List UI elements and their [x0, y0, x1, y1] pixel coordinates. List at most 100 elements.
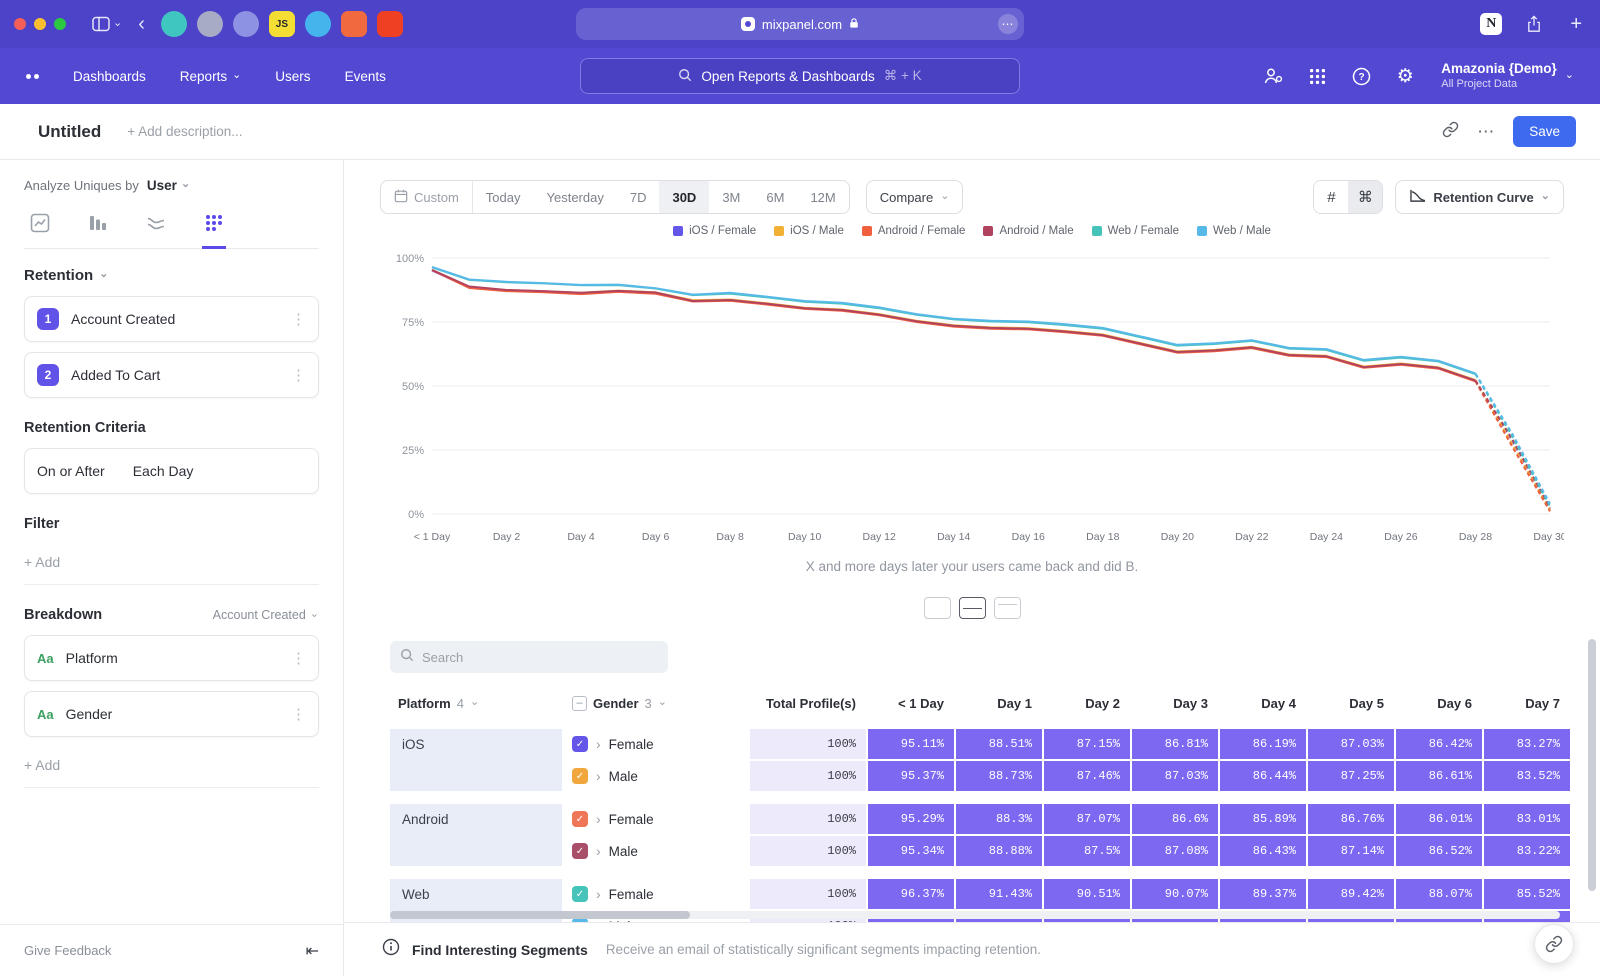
help-icon[interactable]: ? [1349, 64, 1373, 88]
cube-app-icon[interactable] [233, 11, 259, 37]
browser-sidebar-toggle-icon[interactable]: ⌄ [84, 12, 130, 36]
data-governance-icon[interactable] [1261, 64, 1285, 88]
checkbox-android-male[interactable]: ✓ [572, 843, 588, 859]
kebab-menu-icon[interactable]: ⋮ [291, 649, 306, 667]
global-search-button[interactable]: Open Reports & Dashboards ⌘ + K [580, 58, 1020, 94]
vertical-scrollbar[interactable] [1588, 639, 1596, 891]
checkbox-ios-male[interactable]: ✓ [572, 768, 588, 784]
share-icon[interactable] [1518, 11, 1550, 37]
retention-chart[interactable]: 0%25%50%75%100%< 1 DayDay 2Day 4Day 6Day… [380, 244, 1564, 554]
column-header-day-4[interactable]: Day 4 [1220, 696, 1306, 711]
kebab-menu-icon[interactable]: ⋮ [291, 310, 306, 328]
table-only-view-button[interactable] [994, 597, 1021, 619]
retention-tab-icon[interactable] [202, 207, 226, 249]
range-6m[interactable]: 6M [753, 181, 797, 213]
find-segments-title[interactable]: Find Interesting Segments [412, 942, 588, 958]
nav-item-users[interactable]: Users [275, 69, 310, 84]
column-header-day-6[interactable]: Day 6 [1396, 696, 1482, 711]
platform-column-header[interactable]: Platform 4 ⌄ [390, 696, 562, 711]
gender-column-header[interactable]: – Gender 3 ⌄ [564, 696, 748, 711]
back-icon[interactable]: ‹ [130, 10, 153, 38]
table-search-input[interactable] [422, 650, 642, 665]
notion-extension-icon[interactable]: N [1480, 13, 1502, 35]
nav-item-dashboards[interactable]: Dashboards [73, 69, 146, 84]
nav-item-reports[interactable]: Reports⌄ [180, 69, 242, 84]
column-header-day-7[interactable]: Day 7 [1484, 696, 1570, 711]
command-button[interactable]: ⌘ [1348, 181, 1382, 213]
breakdown-item-gender[interactable]: AaGender⋮ [24, 691, 319, 737]
js-app-icon[interactable]: JS [269, 11, 295, 37]
project-switcher[interactable]: Amazonia {Demo} All Project Data ⌄ [1441, 61, 1574, 92]
clock-app-icon[interactable] [161, 11, 187, 37]
kebab-menu-icon[interactable]: ⋮ [291, 705, 306, 723]
column-header-day-3[interactable]: Day 3 [1132, 696, 1218, 711]
retention-step-added-to-cart[interactable]: 2Added To Cart⋮ [24, 352, 319, 398]
analyze-entity-dropdown[interactable]: User⌄ [147, 178, 190, 193]
more-options-icon[interactable]: ⋯ [1477, 122, 1495, 142]
zoom-window-button[interactable] [54, 18, 66, 30]
video-app-icon[interactable] [377, 11, 403, 37]
report-title[interactable]: Untitled [38, 122, 101, 142]
retention-step-account-created[interactable]: 1Account Created⋮ [24, 296, 319, 342]
criteria-secondary[interactable]: Each Day [133, 463, 194, 479]
insights-tab-icon[interactable] [28, 207, 52, 249]
share-link-fab[interactable] [1534, 924, 1574, 964]
range-custom[interactable]: Custom [381, 181, 473, 213]
url-more-icon[interactable]: ⋯ [998, 14, 1018, 34]
expand-chevron-icon[interactable]: › [596, 919, 601, 922]
column-header-day-1[interactable]: Day 1 [956, 696, 1042, 711]
nav-item-events[interactable]: Events [345, 69, 386, 84]
range-12m[interactable]: 12M [797, 181, 848, 213]
range-30d[interactable]: 30D [659, 181, 709, 213]
criteria-primary[interactable]: On or After [37, 463, 105, 479]
expand-chevron-icon[interactable]: › [596, 844, 601, 858]
checkbox-ios-female[interactable]: ✓ [572, 736, 588, 752]
compare-dropdown[interactable]: Compare⌄ [866, 180, 964, 214]
expand-chevron-icon[interactable]: › [596, 737, 601, 751]
hash-button[interactable]: # [1314, 181, 1348, 213]
chart-type-dropdown[interactable]: Retention Curve⌄ [1395, 180, 1564, 214]
horizontal-scrollbar[interactable] [390, 911, 1560, 919]
column-header-day-2[interactable]: Day 2 [1044, 696, 1130, 711]
checkbox-web-female[interactable]: ✓ [572, 886, 588, 902]
collapse-sidebar-icon[interactable]: ⇤ [306, 941, 319, 961]
retention-criteria-card[interactable]: On or After Each Day [24, 448, 319, 494]
funnels-tab-icon[interactable] [86, 207, 110, 249]
range-7d[interactable]: 7D [617, 181, 660, 213]
expand-chevron-icon[interactable]: › [596, 887, 601, 901]
filter-add-button[interactable]: + Add [24, 544, 319, 585]
give-feedback-link[interactable]: Give Feedback [24, 943, 111, 958]
breakdown-item-platform[interactable]: AaPlatform⋮ [24, 635, 319, 681]
mixpanel-logo-icon[interactable] [26, 74, 39, 79]
settings-gear-icon[interactable]: ⚙ [1393, 64, 1417, 88]
chart-only-view-button[interactable] [924, 597, 951, 619]
legend-item-ios-female[interactable]: iOS / Female [673, 225, 756, 237]
range-3m[interactable]: 3M [709, 181, 753, 213]
save-button[interactable]: Save [1513, 116, 1576, 147]
column-header-1-day[interactable]: < 1 Day [868, 696, 954, 711]
select-all-checkbox[interactable]: – [572, 696, 587, 711]
legend-item-android-female[interactable]: Android / Female [862, 225, 966, 237]
legend-item-web-male[interactable]: Web / Male [1197, 225, 1271, 237]
expand-chevron-icon[interactable]: › [596, 812, 601, 826]
split-view-button[interactable] [959, 597, 986, 619]
expand-chevron-icon[interactable]: › [596, 769, 601, 783]
range-today[interactable]: Today [473, 181, 534, 213]
legend-item-android-male[interactable]: Android / Male [983, 225, 1073, 237]
copy-link-icon[interactable] [1442, 121, 1459, 143]
column-header-day-5[interactable]: Day 5 [1308, 696, 1394, 711]
breakdown-scope-dropdown[interactable]: Account Created⌄ [213, 608, 319, 622]
horizontal-scrollbar-thumb[interactable] [390, 911, 690, 919]
range-yesterday[interactable]: Yesterday [534, 181, 617, 213]
url-bar[interactable]: mixpanel.com ⋯ [576, 8, 1024, 40]
retention-section-header[interactable]: Retention⌄ [24, 267, 319, 284]
grid-app-icon[interactable] [341, 11, 367, 37]
table-search[interactable] [390, 641, 668, 673]
disc-app-icon[interactable] [197, 11, 223, 37]
new-tab-icon[interactable]: + [1566, 13, 1586, 36]
kebab-menu-icon[interactable]: ⋮ [291, 366, 306, 384]
apps-grid-icon[interactable] [1305, 64, 1329, 88]
legend-item-web-female[interactable]: Web / Female [1092, 225, 1179, 237]
flows-tab-icon[interactable] [144, 207, 168, 249]
minimize-window-button[interactable] [34, 18, 46, 30]
